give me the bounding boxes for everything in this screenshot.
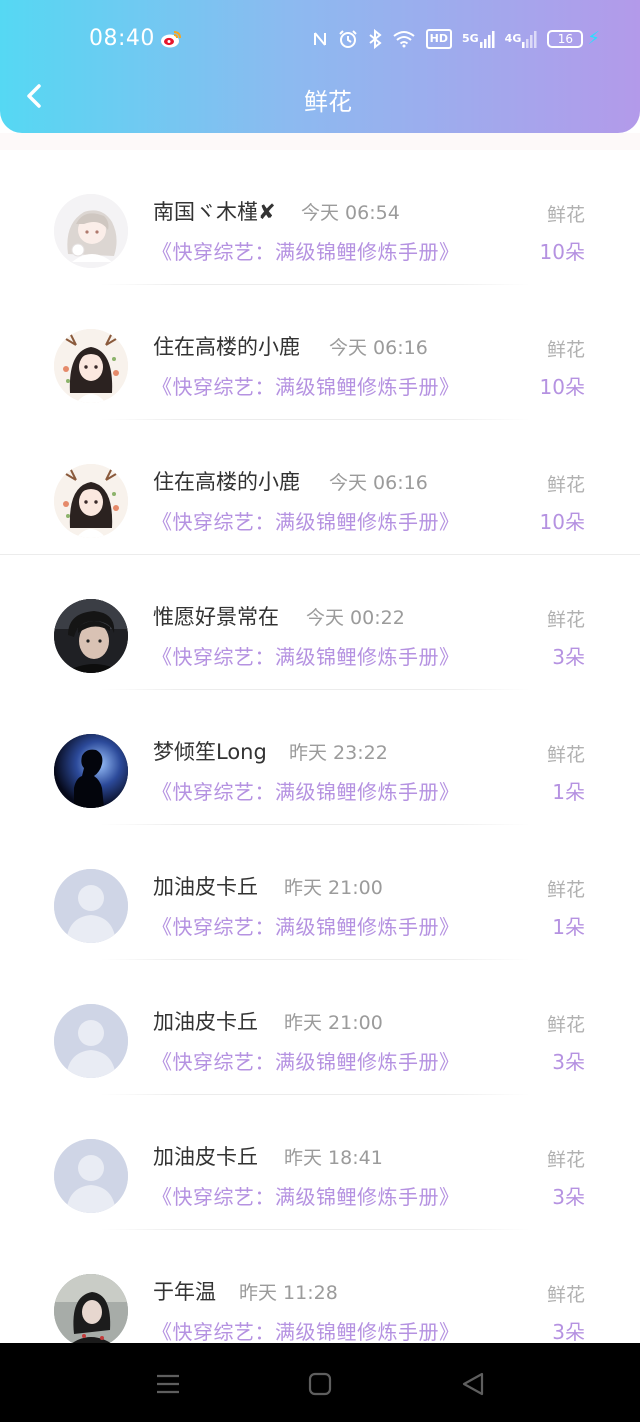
list-item[interactable]: 加油皮卡丘 昨天 21:00 《快穿综艺：满级锦鲤修炼手册》 鲜花 3朵 — [0, 960, 640, 1095]
deer-girl-avatar[interactable] — [54, 329, 128, 403]
book-title-link[interactable]: 《快穿综艺：满级锦鲤修炼手册》 — [152, 506, 460, 535]
gift-count: 1朵 — [552, 915, 585, 939]
default-avatar[interactable] — [54, 1139, 128, 1213]
list-item[interactable]: 南国ヾ木槿✘ 今天 06:54 《快穿综艺：满级锦鲤修炼手册》 鲜花 10朵 — [0, 150, 640, 285]
gift-count: 3朵 — [552, 1185, 585, 1209]
nfc-icon — [312, 30, 328, 48]
book-title-link[interactable]: 《快穿综艺：满级锦鲤修炼手册》 — [152, 776, 460, 805]
gift-type: 鲜花 — [546, 1014, 585, 1036]
bluetooth-icon — [368, 28, 382, 49]
gift-count: 1朵 — [552, 780, 585, 804]
gift-type: 鲜花 — [546, 339, 585, 361]
send-time: 今天 06:54 — [301, 202, 400, 224]
gift-type: 鲜花 — [546, 1284, 585, 1306]
silhouette-avatar[interactable] — [54, 734, 128, 808]
deer-girl-avatar[interactable] — [54, 464, 128, 538]
net-5g-label: 5G — [461, 32, 479, 45]
list-item[interactable]: 住在高楼的小鹿 今天 06:16 《快穿综艺：满级锦鲤修炼手册》 鲜花 10朵 — [0, 285, 640, 420]
sender-name[interactable]: 住在高楼的小鹿 — [153, 466, 300, 496]
list-item[interactable]: 加油皮卡丘 昨天 18:41 《快穿综艺：满级锦鲤修炼手册》 鲜花 3朵 — [0, 1095, 640, 1230]
net-4g-label: 4G — [504, 32, 522, 45]
default-avatar[interactable] — [54, 1004, 128, 1078]
gift-type: 鲜花 — [546, 474, 585, 496]
send-time: 今天 06:16 — [329, 337, 428, 359]
gift-type: 鲜花 — [546, 744, 585, 766]
book-title-link[interactable]: 《快穿综艺：满级锦鲤修炼手册》 — [152, 1316, 460, 1345]
list-item[interactable]: 惟愿好景常在 今天 00:22 《快穿综艺：满级锦鲤修炼手册》 鲜花 3朵 — [0, 555, 640, 690]
gift-count: 10朵 — [539, 510, 585, 534]
book-title-link[interactable]: 《快穿综艺：满级锦鲤修炼手册》 — [152, 236, 460, 265]
send-time: 昨天 18:41 — [284, 1147, 383, 1169]
back-triangle-icon[interactable] — [459, 1371, 487, 1397]
header-gap — [0, 133, 640, 150]
sender-name[interactable]: 住在高楼的小鹿 — [153, 331, 300, 361]
weibo-icon — [161, 31, 181, 48]
send-time: 昨天 23:22 — [289, 742, 388, 764]
sender-name[interactable]: 梦倾笙Long — [153, 736, 267, 766]
young-man-avatar[interactable] — [54, 599, 128, 673]
alarm-icon — [338, 29, 358, 49]
status-bar: 08:40 HD 5G 4G 16 ⚡ — [0, 0, 640, 80]
flower-record-list[interactable]: 南国ヾ木槿✘ 今天 06:54 《快穿综艺：满级锦鲤修炼手册》 鲜花 10朵 住… — [0, 150, 640, 1365]
gift-count: 3朵 — [552, 1050, 585, 1074]
list-item[interactable]: 加油皮卡丘 昨天 21:00 《快穿综艺：满级锦鲤修炼手册》 鲜花 1朵 — [0, 825, 640, 960]
sender-name[interactable]: 加油皮卡丘 — [153, 1141, 258, 1171]
gift-count: 10朵 — [539, 240, 585, 264]
default-avatar[interactable] — [54, 869, 128, 943]
sender-name[interactable]: 加油皮卡丘 — [153, 1006, 258, 1036]
gift-type: 鲜花 — [546, 1149, 585, 1171]
send-time: 昨天 21:00 — [284, 877, 383, 899]
send-time: 今天 00:22 — [306, 607, 405, 629]
sender-name[interactable]: 惟愿好景常在 — [153, 601, 279, 631]
signal-icon-2: 4G — [505, 30, 538, 48]
book-title-link[interactable]: 《快穿综艺：满级锦鲤修炼手册》 — [152, 641, 460, 670]
hd-badge: HD — [425, 28, 452, 49]
anime-girl-avatar[interactable] — [54, 194, 128, 268]
gift-type: 鲜花 — [546, 609, 585, 631]
book-title-link[interactable]: 《快穿综艺：满级锦鲤修炼手册》 — [152, 1046, 460, 1075]
book-title-link[interactable]: 《快穿综艺：满级锦鲤修炼手册》 — [152, 911, 460, 940]
status-time: 08:40 — [89, 26, 155, 51]
app-header: 08:40 HD 5G 4G 16 ⚡ 鲜花 — [0, 0, 640, 133]
status-icons: HD 5G 4G 16 ⚡ — [312, 28, 600, 49]
gift-count: 3朵 — [552, 645, 585, 669]
battery-icon: 16 — [547, 29, 584, 48]
gift-type: 鲜花 — [546, 879, 585, 901]
list-item[interactable]: 梦倾笙Long 昨天 23:22 《快穿综艺：满级锦鲤修炼手册》 鲜花 1朵 — [0, 690, 640, 825]
menu-icon[interactable] — [154, 1371, 182, 1397]
gift-count: 3朵 — [552, 1320, 585, 1344]
send-time: 今天 06:16 — [329, 472, 428, 494]
page-title: 鲜花 — [304, 88, 352, 116]
send-time: 昨天 21:00 — [284, 1012, 383, 1034]
signal-icon: 5G — [462, 30, 495, 48]
home-icon[interactable] — [306, 1371, 334, 1397]
sender-name[interactable]: 南国ヾ木槿✘ — [153, 196, 276, 226]
list-item[interactable]: 住在高楼的小鹿 今天 06:16 《快穿综艺：满级锦鲤修炼手册》 鲜花 10朵 — [0, 420, 640, 555]
girl-photo-avatar[interactable] — [54, 1274, 128, 1348]
book-title-link[interactable]: 《快穿综艺：满级锦鲤修炼手册》 — [152, 371, 460, 400]
sender-name[interactable]: 加油皮卡丘 — [153, 871, 258, 901]
wifi-icon — [392, 30, 416, 48]
gift-type: 鲜花 — [546, 204, 585, 226]
gift-count: 10朵 — [539, 375, 585, 399]
book-title-link[interactable]: 《快穿综艺：满级锦鲤修炼手册》 — [152, 1181, 460, 1210]
sender-name[interactable]: 于年温 — [153, 1276, 216, 1306]
charging-icon: ⚡ — [587, 28, 600, 49]
send-time: 昨天 11:28 — [239, 1282, 338, 1304]
system-nav-bar — [0, 1343, 640, 1422]
